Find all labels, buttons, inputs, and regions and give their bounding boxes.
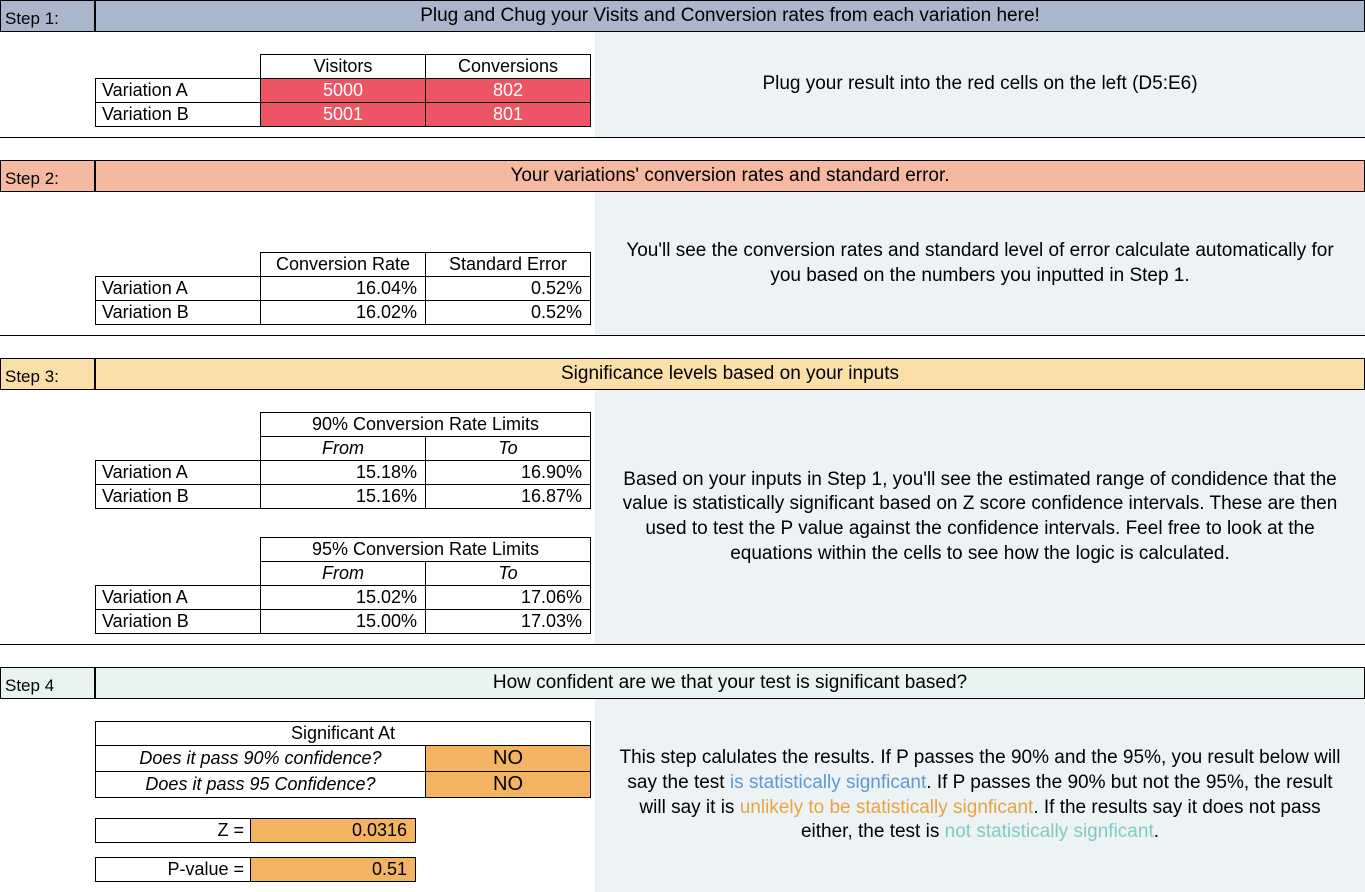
table-row: Variation B 15.00% 17.03%: [96, 610, 591, 634]
step2-body: Conversion Rate Standard Error Variation…: [0, 192, 1365, 336]
table-row: Does it pass 95 Confidence? NO: [96, 772, 591, 798]
z-row: Z = 0.0316: [95, 818, 416, 843]
q95: Does it pass 95 Confidence?: [96, 772, 426, 798]
p-row: P-value = 0.51: [95, 857, 416, 882]
table-row: Variation B 15.16% 16.87%: [96, 485, 591, 509]
step2-description: You'll see the conversion rates and stan…: [595, 192, 1365, 335]
step1-header: Step 1: Plug and Chug your Visits and Co…: [0, 0, 1365, 32]
variation-label: Variation B: [96, 610, 261, 634]
step1-label: Step 1:: [0, 0, 95, 32]
step1-body: Visitors Conversions Variation A 5000 80…: [0, 32, 1365, 138]
step3-description: Based on your inputs in Step 1, you'll s…: [595, 390, 1365, 644]
variation-label: Variation B: [96, 103, 261, 127]
header-from: From: [261, 562, 426, 586]
table-row: Variation A 15.02% 17.06%: [96, 586, 591, 610]
a90: NO: [426, 746, 591, 772]
step4-banner: How confident are we that your test is s…: [95, 667, 1365, 699]
step2-header: Step 2: Your variations' conversion rate…: [0, 160, 1365, 192]
step4-label: Step 4: [0, 667, 95, 699]
from-cell: 15.00%: [261, 610, 426, 634]
to-cell: 16.90%: [426, 461, 591, 485]
variation-label: Variation A: [96, 461, 261, 485]
header-from: From: [261, 437, 426, 461]
variation-label: Variation A: [96, 277, 261, 301]
variation-label: Variation B: [96, 485, 261, 509]
visitors-input[interactable]: 5001: [261, 103, 426, 127]
conversions-input[interactable]: 802: [426, 79, 591, 103]
table-row: Variation A 15.18% 16.90%: [96, 461, 591, 485]
z-value: 0.0316: [251, 819, 416, 843]
sig-title: Significant At: [96, 722, 591, 746]
header-conversions: Conversions: [426, 55, 591, 79]
limits95-table: 95% Conversion Rate Limits From To Varia…: [95, 537, 591, 634]
a95: NO: [426, 772, 591, 798]
to-cell: 17.03%: [426, 610, 591, 634]
header-visitors: Visitors: [261, 55, 426, 79]
table-row: Does it pass 90% confidence? NO: [96, 746, 591, 772]
from-cell: 15.18%: [261, 461, 426, 485]
se-cell: 0.52%: [426, 301, 591, 325]
step4-body: Significant At Does it pass 90% confiden…: [0, 699, 1365, 892]
limits90-table: 90% Conversion Rate Limits From To Varia…: [95, 412, 591, 509]
q90: Does it pass 90% confidence?: [96, 746, 426, 772]
limits95-title: 95% Conversion Rate Limits: [261, 538, 591, 562]
from-cell: 15.02%: [261, 586, 426, 610]
table-row: Variation B 5001 801: [96, 103, 591, 127]
desc-unlikely: unlikely to be statistically signficant: [740, 797, 1034, 818]
p-value: 0.51: [251, 858, 416, 882]
table-row: Variation A 16.04% 0.52%: [96, 277, 591, 301]
table-row: Variation B 16.02% 0.52%: [96, 301, 591, 325]
from-cell: 15.16%: [261, 485, 426, 509]
conversions-input[interactable]: 801: [426, 103, 591, 127]
z-label: Z =: [96, 819, 251, 843]
rate-cell: 16.02%: [261, 301, 426, 325]
rate-cell: 16.04%: [261, 277, 426, 301]
variation-label: Variation A: [96, 79, 261, 103]
variation-label: Variation B: [96, 301, 261, 325]
limits90-title: 90% Conversion Rate Limits: [261, 413, 591, 437]
desc-text: .: [1154, 821, 1159, 842]
header-se: Standard Error: [426, 253, 591, 277]
to-cell: 16.87%: [426, 485, 591, 509]
header-to: To: [426, 437, 591, 461]
significance-table: Significant At Does it pass 90% confiden…: [95, 721, 591, 798]
desc-notsig: not statistically signficant: [945, 821, 1154, 842]
visitors-input[interactable]: 5000: [261, 79, 426, 103]
desc-sig: is statistically signficant: [730, 772, 926, 793]
header-rate: Conversion Rate: [261, 253, 426, 277]
step4-header: Step 4 How confident are we that your te…: [0, 667, 1365, 699]
step4-description: This step calulates the results. If P pa…: [595, 699, 1365, 892]
step2-label: Step 2:: [0, 160, 95, 192]
step1-input-table: Visitors Conversions Variation A 5000 80…: [95, 54, 591, 127]
step2-banner: Your variations' conversion rates and st…: [95, 160, 1365, 192]
se-cell: 0.52%: [426, 277, 591, 301]
variation-label: Variation A: [96, 586, 261, 610]
table-row: Variation A 5000 802: [96, 79, 591, 103]
step3-banner: Significance levels based on your inputs: [95, 358, 1365, 390]
step3-label: Step 3:: [0, 358, 95, 390]
step3-header: Step 3: Significance levels based on you…: [0, 358, 1365, 390]
step1-banner: Plug and Chug your Visits and Conversion…: [95, 0, 1365, 32]
to-cell: 17.06%: [426, 586, 591, 610]
header-to: To: [426, 562, 591, 586]
step2-table: Conversion Rate Standard Error Variation…: [95, 252, 591, 325]
step3-body: 90% Conversion Rate Limits From To Varia…: [0, 390, 1365, 645]
step1-description: Plug your result into the red cells on t…: [595, 32, 1365, 137]
p-label: P-value =: [96, 858, 251, 882]
